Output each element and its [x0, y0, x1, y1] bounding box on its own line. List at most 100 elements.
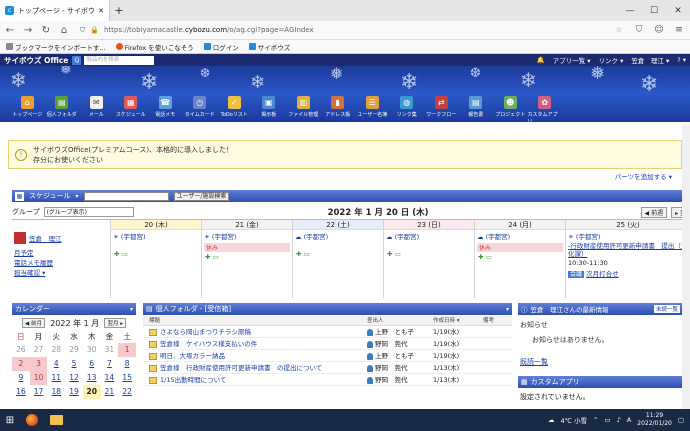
add-parts-link[interactable]: パーツを追加する ▾ [615, 171, 672, 181]
message-title-link[interactable]: 1/15出勤時間について [160, 376, 226, 384]
schedule-event[interactable]: ☀ (宇都宮) [111, 230, 201, 242]
prev-week-button[interactable]: ◀ 前週 [640, 206, 668, 218]
message-title-link[interactable]: さよなら岡山まつりチラシ原稿 [160, 328, 251, 336]
column-header[interactable]: 備考 [483, 316, 512, 325]
calendar-day[interactable]: 3 [29, 357, 48, 371]
user-menu[interactable]: 笠倉 理江 ▾ [631, 55, 669, 65]
calendar-day[interactable]: 1 [118, 343, 136, 357]
calendar-day[interactable]: 30 [83, 343, 101, 357]
nav-folder[interactable]: ▤ 個人フォルダ [45, 96, 80, 122]
schedule-event-meeting[interactable]: 次月打合せ [586, 270, 619, 278]
add-event-icon[interactable]: ✚ ▭ [384, 250, 474, 258]
page-scrollbar[interactable] [682, 125, 690, 409]
calendar-day[interactable]: 10 [29, 371, 48, 385]
volume-icon[interactable]: ♪ [617, 416, 621, 424]
taskbar-firefox[interactable] [20, 409, 44, 431]
nav-project[interactable]: ☻ プロジェクト [493, 96, 528, 122]
add-event-icon[interactable]: ✚ ▭ [111, 250, 201, 258]
table-row[interactable]: 1/15出勤時間について 野岡 莞代 1/13(木) [143, 374, 512, 386]
nav-schedule[interactable]: ▦ スケジュール [114, 96, 149, 122]
account-icon[interactable]: ☺ [652, 25, 666, 35]
calendar-day[interactable]: 17 [30, 385, 48, 399]
calendar-day[interactable]: 19 [65, 385, 83, 399]
calendar-day[interactable]: 8 [118, 357, 136, 371]
help-menu[interactable]: ? ▾ [677, 56, 686, 64]
day-header[interactable]: 21 (金) [202, 220, 292, 230]
day-header[interactable]: 23 (日) [384, 220, 474, 230]
nav-custom-app[interactable]: ✿ カスタムアプリ [528, 96, 563, 125]
calendar-day[interactable]: 26 [12, 343, 30, 357]
message-title-link[interactable]: 笠倉様 ケイハウス様支払いの件 [160, 340, 257, 348]
weather-text[interactable]: 4℃ 小雪 [561, 415, 588, 425]
schedule-event[interactable]: ☀ (宇都宮) [202, 230, 292, 242]
forward-icon[interactable]: → [22, 25, 34, 36]
nav-timecard[interactable]: ◷ タイムカード [183, 96, 218, 122]
user-assignment-link[interactable]: 担当確認 ▾ [14, 268, 108, 278]
tray-expand-icon[interactable]: ⌃ [593, 416, 598, 424]
nav-mail[interactable]: ✉ メール [79, 96, 114, 122]
nav-links[interactable]: ◍ リンク集 [390, 96, 425, 122]
add-event-icon[interactable]: ✚ ▭ [202, 253, 292, 261]
read-list-link[interactable]: 既読一覧 [520, 357, 680, 367]
calendar-day[interactable]: 15 [118, 371, 136, 385]
unread-list-link[interactable]: 未読一覧 [653, 305, 680, 313]
links-menu[interactable]: リンク ▾ [599, 55, 624, 65]
user-phone-history-link[interactable]: 電話メモ履歴 [14, 258, 108, 268]
folder-title[interactable]: 個人フォルダ - [受信箱] [156, 304, 231, 314]
home-icon[interactable]: ⌂ [58, 25, 70, 36]
add-event-icon[interactable]: ✚ ▭ [293, 250, 383, 258]
message-title-link[interactable]: 明日、大塚カラー納品 [160, 352, 225, 360]
column-header[interactable]: 作成日時 ▾ [433, 316, 483, 325]
nav-report[interactable]: ▤ 報告書 [459, 96, 494, 122]
calendar-day[interactable]: 31 [101, 343, 119, 357]
schedule-event[interactable]: ☁ (宇都宮) [384, 230, 474, 242]
product-search-input[interactable]: 製品内を検索 [84, 55, 155, 65]
network-icon[interactable]: ▭ [604, 416, 610, 424]
close-tab-icon[interactable]: ✕ [98, 7, 104, 15]
bookmark-cybozu[interactable]: サイボウズ [248, 42, 290, 52]
prev-month-button[interactable]: ◀ 前月 [22, 318, 45, 328]
day-header[interactable]: 24 (月) [475, 220, 565, 230]
url-bar[interactable]: ⛉ 🔒 https://tobiyamacastle.cybozu.com/o/… [76, 23, 626, 37]
nav-top[interactable]: ⌂ トップページ [10, 96, 45, 122]
calendar-day[interactable]: 12 [65, 371, 83, 385]
reload-icon[interactable]: ↻ [40, 25, 52, 36]
column-header[interactable]: 標題 [143, 316, 367, 325]
cybozu-logo[interactable]: サイボウズ Office [4, 55, 68, 66]
close-window-button[interactable]: ✕ [666, 6, 690, 16]
nav-todo[interactable]: ✓ ToDoリスト [217, 96, 252, 122]
calendar-day[interactable]: 28 [47, 343, 65, 357]
calendar-day[interactable]: 29 [65, 343, 83, 357]
day-header[interactable]: 22 (土) [293, 220, 383, 230]
column-header[interactable]: 差出人 [367, 316, 433, 325]
calendar-day[interactable]: 4 [47, 357, 65, 371]
message-title-link[interactable]: 笠倉様 行政財産使用許可更新申請書 の提出について [160, 364, 322, 372]
group-select[interactable]: (グループ表示) [43, 207, 134, 217]
calendar-day[interactable]: 13 [83, 371, 101, 385]
calendar-day[interactable]: 21 [101, 385, 119, 399]
new-tab-button[interactable]: + [110, 4, 128, 17]
calendar-day[interactable]: 18 [47, 385, 65, 399]
maximize-button[interactable]: ☐ [642, 6, 666, 16]
table-row[interactable]: 明日、大塚カラー納品 上野 とも子 1/19(水) [143, 350, 512, 362]
browser-tab[interactable]: c トップページ - サイボウズ Office ✕ [0, 0, 110, 21]
calendar-day-today[interactable]: 20 [82, 385, 101, 399]
dropdown-icon[interactable]: ▾ [130, 306, 133, 313]
schedule-event[interactable]: ☁ (宇都宮) [475, 230, 565, 242]
nav-address[interactable]: ▮ アドレス帳 [321, 96, 356, 122]
bookmark-login[interactable]: ログイン [203, 42, 239, 52]
add-event-icon[interactable]: ✚ ▭ [475, 253, 565, 261]
table-row[interactable]: さよなら岡山まつりチラシ原稿 上野 とも子 1/19(水) [143, 326, 512, 338]
calendar-day[interactable]: 16 [12, 385, 30, 399]
calendar-day[interactable]: 14 [101, 371, 119, 385]
table-row[interactable]: 笠倉様 行政財産使用許可更新申請書 の提出について 野岡 莞代 1/13(木) [143, 362, 512, 374]
dropdown-icon[interactable]: ▾ [76, 193, 79, 200]
user-month-link[interactable]: 月予定 [14, 248, 108, 258]
pocket-icon[interactable]: ⛉ [632, 25, 646, 35]
nav-workflow[interactable]: ⇄ ワークフロー [424, 96, 459, 122]
calendar-day[interactable]: 7 [101, 357, 119, 371]
bookmark-firefox[interactable]: Firefox を使いこなそう [115, 42, 194, 52]
bell-icon[interactable]: 🔔 [537, 56, 545, 64]
calendar-day[interactable]: 5 [65, 357, 83, 371]
nav-bulletin[interactable]: ▣ 掲示板 [252, 96, 287, 122]
